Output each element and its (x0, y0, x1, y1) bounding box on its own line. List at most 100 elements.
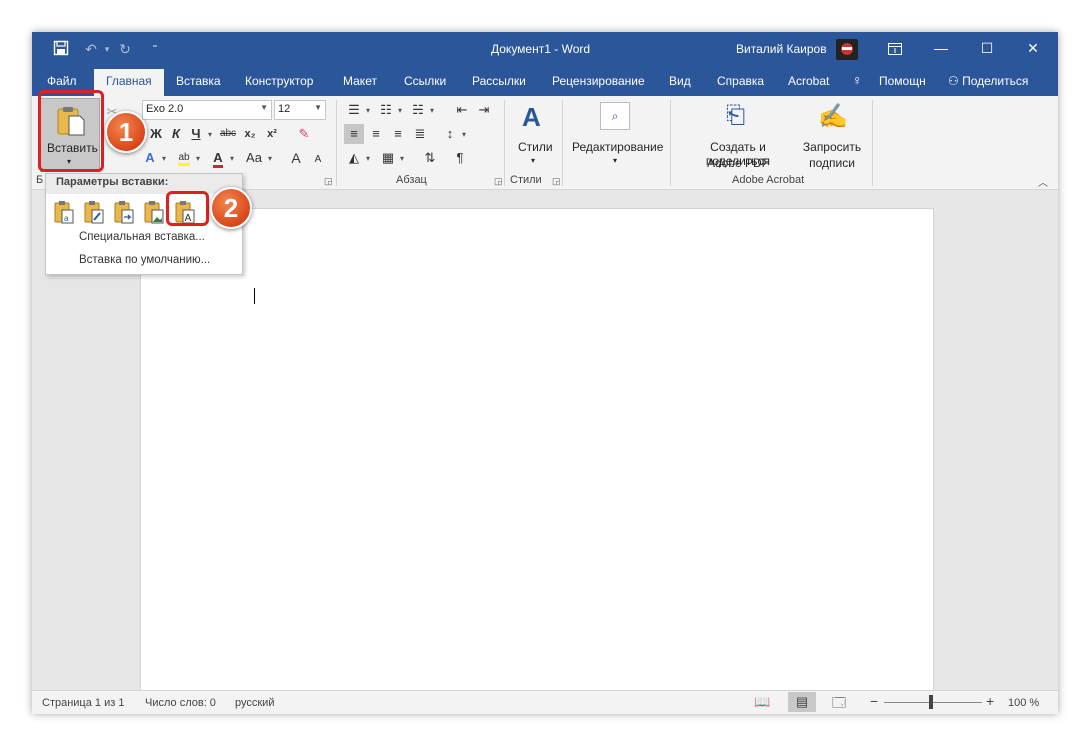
numbering-icon[interactable]: ☷ (376, 100, 396, 120)
align-right-icon[interactable]: ≡ (388, 124, 408, 144)
tab-layout[interactable]: Макет (343, 74, 377, 88)
font-color-icon[interactable]: A (208, 148, 228, 168)
highlight-icon[interactable]: ab (174, 148, 194, 168)
shrink-font-button[interactable]: A (308, 150, 328, 170)
line-spacing-dropdown-icon[interactable]: ▾ (462, 130, 466, 139)
multilevel-dropdown-icon[interactable]: ▾ (430, 106, 434, 115)
paste-picture-icon[interactable] (112, 200, 136, 226)
merge-formatting-icon[interactable] (82, 200, 106, 226)
adobe-group-label: Adobe Acrobat (732, 174, 805, 186)
increase-indent-icon[interactable]: ⇥ (474, 100, 494, 120)
language-indicator[interactable]: русский (235, 697, 274, 709)
maximize-icon[interactable]: ☐ (964, 32, 1010, 66)
styles-dialog-launcher-icon[interactable]: ◲ (552, 176, 561, 187)
font-size-field[interactable]: 12 ▼ (274, 100, 326, 120)
request-signatures-button[interactable]: ✍ Запросить подписи (800, 100, 864, 172)
tab-file[interactable]: Файл (47, 74, 77, 88)
minimize-icon[interactable]: — (918, 32, 964, 66)
line-spacing-icon[interactable]: ↕ (440, 124, 460, 144)
app-name: Word (561, 42, 591, 56)
zoom-slider[interactable] (884, 702, 982, 703)
tab-references[interactable]: Ссылки (404, 74, 446, 88)
share-button[interactable]: ⚇ Поделиться (948, 74, 1028, 88)
tab-design[interactable]: Конструктор (245, 74, 313, 88)
zoom-slider-thumb[interactable] (929, 695, 933, 709)
user-name[interactable]: Виталий Каиров (736, 42, 827, 56)
window-title: Документ1 - Word (491, 42, 590, 56)
italic-button[interactable]: К (166, 124, 186, 144)
text-effects-dropdown-icon[interactable]: ▾ (162, 154, 166, 163)
signature-icon: ✍ (818, 103, 848, 130)
create-share-pdf-button[interactable]: ⎗ Создать и поделиться Adobe PDF (678, 100, 798, 172)
tab-mailings[interactable]: Рассылки (472, 74, 526, 88)
zoom-in-button[interactable]: + (986, 693, 994, 709)
group-separator (504, 100, 505, 186)
page-count[interactable]: Страница 1 из 1 (42, 697, 124, 709)
undo-dropdown-icon[interactable]: ▾ (98, 40, 116, 58)
set-default-paste-item[interactable]: Вставка по умолчанию... (79, 254, 210, 266)
text-cursor (254, 288, 255, 304)
tab-review[interactable]: Рецензирование (552, 74, 645, 88)
bullets-icon[interactable]: ☰ (344, 100, 364, 120)
font-color-dropdown-icon[interactable]: ▾ (230, 154, 234, 163)
change-case-button[interactable]: Aa (242, 148, 266, 168)
editing-label: Редактирование (572, 140, 664, 154)
highlight-dropdown-icon[interactable]: ▾ (196, 154, 200, 163)
avatar[interactable] (836, 39, 858, 60)
strikethrough-button[interactable]: abc (218, 124, 238, 144)
show-marks-icon[interactable]: ¶ (450, 148, 470, 168)
redo-icon[interactable]: ↻ (116, 40, 134, 58)
read-mode-icon[interactable]: 📖 (754, 694, 770, 710)
zoom-level[interactable]: 100 % (1008, 697, 1039, 709)
tab-help[interactable]: Справка (717, 74, 764, 88)
bullets-dropdown-icon[interactable]: ▾ (366, 106, 370, 115)
editing-button[interactable]: ⌕ Редактирование ▾ (568, 100, 666, 172)
align-left-icon[interactable]: ≡ (344, 124, 364, 144)
word-count[interactable]: Число слов: 0 (145, 697, 216, 709)
shading-dropdown-icon[interactable]: ▾ (366, 154, 370, 163)
font-name-field[interactable]: Exo 2.0 ▼ (142, 100, 272, 120)
decrease-indent-icon[interactable]: ⇤ (452, 100, 472, 120)
justify-icon[interactable]: ≣ (410, 124, 430, 144)
web-layout-icon[interactable]: 🗔 (832, 694, 846, 714)
text-effects-icon[interactable]: A (140, 148, 160, 168)
tab-home[interactable]: Главная (94, 69, 164, 96)
underline-dropdown-icon[interactable]: ▾ (208, 130, 212, 139)
lightbulb-icon[interactable]: ♀ (852, 72, 863, 88)
clipboard-group-label: Б (36, 174, 44, 186)
underline-button[interactable]: Ч (186, 124, 206, 144)
paste-special-item[interactable]: Специальная вставка... (79, 231, 205, 243)
align-center-icon[interactable]: ≡ (366, 124, 386, 144)
save-icon[interactable] (52, 40, 70, 58)
close-icon[interactable]: ✕ (1010, 32, 1056, 66)
tab-acrobat[interactable]: Acrobat (788, 74, 829, 88)
customize-qat-icon[interactable]: ⁼ (146, 40, 164, 58)
document-page[interactable] (140, 208, 934, 700)
pdf-share-icon: ⎗ (726, 102, 746, 129)
clear-formatting-icon[interactable]: ✎ (294, 124, 314, 144)
borders-dropdown-icon[interactable]: ▾ (400, 154, 404, 163)
keep-source-formatting-icon[interactable]: a (52, 200, 76, 226)
styles-button[interactable]: A Стили ▾ (512, 100, 558, 172)
multilevel-list-icon[interactable]: ☵ (408, 100, 428, 120)
paste-image-icon[interactable] (142, 200, 166, 226)
sort-icon[interactable]: ⇅ (420, 148, 440, 168)
subscript-button[interactable]: x₂ (240, 124, 260, 144)
ribbon-display-options-icon[interactable] (872, 32, 918, 66)
tab-view[interactable]: Вид (669, 74, 691, 88)
step-1-callout: 1 (105, 111, 147, 153)
paragraph-dialog-launcher-icon[interactable]: ◲ (494, 176, 503, 187)
print-layout-icon[interactable]: ▤ (788, 692, 816, 712)
tell-me-search[interactable]: Помощн (879, 74, 926, 88)
zoom-out-button[interactable]: − (870, 693, 878, 709)
change-case-dropdown-icon[interactable]: ▾ (268, 154, 272, 163)
shading-icon[interactable]: ◭ (344, 148, 364, 168)
superscript-button[interactable]: x² (262, 124, 282, 144)
grow-font-button[interactable]: A (286, 148, 306, 168)
font-dialog-launcher-icon[interactable]: ◲ (324, 176, 333, 187)
bold-button[interactable]: Ж (146, 124, 166, 144)
borders-icon[interactable]: ▦ (378, 148, 398, 168)
tab-insert[interactable]: Вставка (176, 74, 221, 88)
numbering-dropdown-icon[interactable]: ▾ (398, 106, 402, 115)
collapse-ribbon-icon[interactable]: ︿ (1038, 174, 1048, 189)
